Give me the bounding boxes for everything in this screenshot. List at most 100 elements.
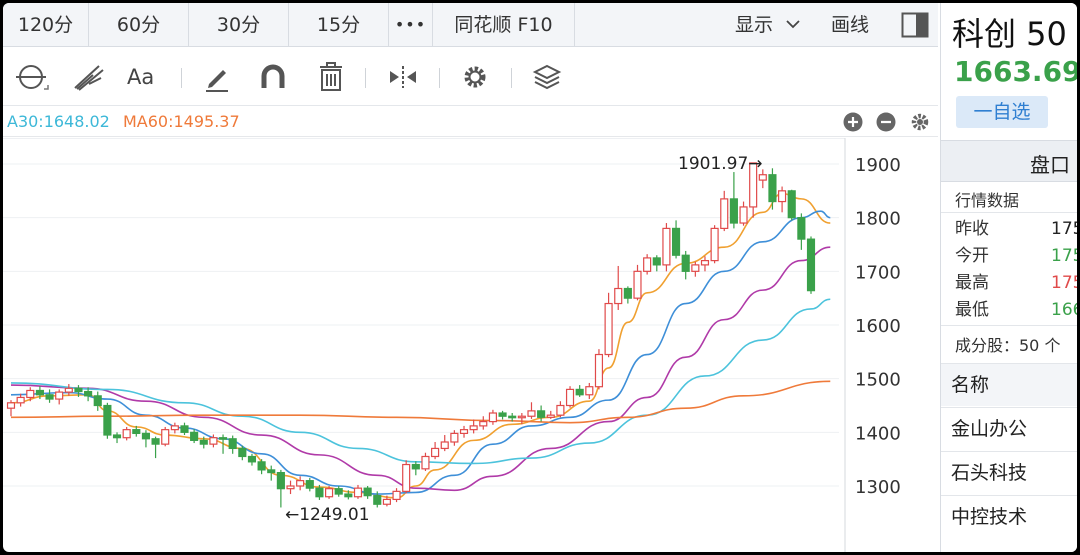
tab-f10[interactable]: 同花顺 F10 — [433, 3, 575, 47]
candle-body — [267, 469, 276, 474]
quote-row-high: 最高 175 — [955, 270, 1077, 296]
zoom-in-icon[interactable] — [843, 112, 863, 132]
app-window: 120分 60分 30分 15分 ••• 同花顺 F10 显示 画线 Aa A3… — [3, 3, 1077, 552]
flip-icon — [390, 66, 416, 88]
candle-body — [344, 493, 353, 498]
candle — [440, 435, 449, 452]
candle-body — [488, 412, 497, 423]
candle — [151, 436, 160, 459]
pen-tool-button[interactable] — [197, 58, 237, 96]
magnet-tool-button[interactable] — [253, 58, 293, 96]
layers-tool-button[interactable] — [527, 58, 567, 96]
candle-body — [411, 463, 420, 470]
candle-body — [392, 490, 401, 501]
candle — [392, 488, 401, 503]
toolbar-divider — [365, 68, 366, 88]
candle-body — [84, 390, 93, 397]
text-tool-button[interactable]: Aa — [127, 58, 167, 96]
quote-value: 175 — [1051, 273, 1077, 293]
candle — [180, 422, 189, 436]
candle — [546, 410, 555, 419]
more-periods-button[interactable]: ••• — [389, 3, 433, 47]
candle — [498, 410, 507, 420]
panel-toggle-button[interactable] — [901, 12, 929, 38]
candle — [729, 172, 738, 229]
draw-line-button[interactable]: 画线 — [831, 3, 869, 47]
y-tick-label: 1900 — [855, 155, 901, 176]
candle-body — [681, 254, 690, 272]
low-annotation: ←1249.01 — [285, 505, 370, 525]
chart-settings-icon[interactable] — [910, 112, 930, 132]
stock-row[interactable]: 石头科技 — [941, 451, 1077, 494]
candle — [806, 236, 816, 294]
cycle-icon — [16, 65, 49, 90]
candle-body — [431, 447, 440, 458]
tab-60min[interactable]: 60分 — [89, 3, 189, 47]
sidebar-toggle-icon — [901, 12, 929, 38]
quote-section-title: 行情数据 — [955, 191, 1020, 210]
y-tick-label: 1300 — [855, 477, 901, 498]
add-watchlist-button[interactable]: 一自选 — [956, 96, 1048, 128]
candle-body — [739, 206, 748, 224]
candle-body — [527, 410, 536, 417]
candle-body — [691, 264, 700, 272]
candle-body — [55, 391, 64, 400]
display-menu[interactable]: 显示 — [735, 3, 801, 47]
column-header-name[interactable]: 名称 — [941, 363, 1077, 406]
candle — [161, 426, 170, 447]
fork-tool-button[interactable] — [69, 58, 109, 96]
candle — [103, 402, 112, 439]
candle — [170, 422, 179, 434]
tab-30min[interactable]: 30分 — [189, 3, 289, 47]
candle-body — [93, 395, 102, 407]
candle-body — [363, 487, 372, 497]
candle-body — [498, 412, 507, 417]
cycle-tool-button[interactable] — [11, 58, 51, 96]
flip-tool-button[interactable] — [383, 58, 423, 96]
candle-body — [103, 404, 112, 436]
y-tick-label: 1600 — [855, 316, 901, 337]
tab-120min[interactable]: 120分 — [3, 3, 89, 47]
pankou-tab[interactable]: 盘口 — [941, 140, 1077, 182]
candle-body — [218, 437, 228, 440]
candle-body — [450, 432, 459, 443]
candle — [594, 349, 604, 390]
candle — [228, 435, 237, 454]
stock-row[interactable]: 金山办公 — [941, 407, 1077, 450]
candle — [720, 190, 729, 232]
stock-row[interactable]: 中控技术 — [941, 495, 1077, 538]
candle-body — [575, 388, 584, 396]
candle — [334, 486, 343, 497]
candle — [797, 213, 806, 250]
zoom-out-icon[interactable] — [876, 112, 896, 132]
candle-body — [787, 190, 796, 219]
candle-body — [556, 404, 565, 416]
pankou-title: 盘口 — [1030, 153, 1070, 177]
settings-tool-button[interactable] — [455, 58, 495, 96]
candle-body — [537, 410, 546, 418]
y-tick-label: 1800 — [855, 209, 901, 230]
candle-body — [170, 425, 179, 431]
y-tick-label: 1400 — [855, 423, 901, 444]
candle — [247, 453, 257, 466]
candle — [604, 292, 613, 358]
candle — [585, 382, 594, 400]
candle-body — [180, 425, 189, 433]
ma30-value: A30:1648.02 — [7, 112, 110, 131]
candle — [286, 480, 295, 495]
candle-body — [720, 198, 729, 230]
candle-body — [565, 388, 575, 407]
candle — [112, 432, 122, 444]
candle — [681, 250, 690, 280]
tab-15min[interactable]: 15分 — [289, 3, 389, 47]
candle-body — [190, 431, 199, 441]
candle-body — [633, 270, 642, 299]
candle — [469, 419, 478, 434]
candle-body — [26, 389, 35, 399]
candle-body — [623, 287, 632, 299]
gear-icon — [464, 66, 486, 88]
delete-tool-button[interactable] — [311, 58, 351, 96]
candlestick-chart[interactable]: 1300 1400 1500 1600 1700 1800 1900 1901.97→ ←1… — [3, 138, 938, 552]
candle-body — [296, 480, 305, 487]
candle-body — [508, 415, 517, 419]
